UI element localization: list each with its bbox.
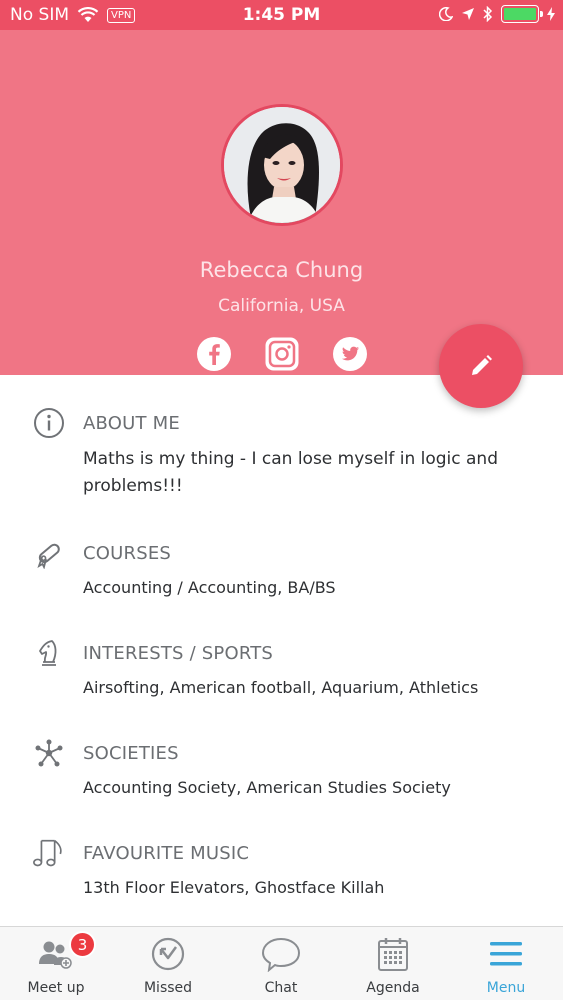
- chess-knight-icon: [32, 636, 66, 670]
- societies-text: Accounting Society, American Studies Soc…: [83, 778, 451, 797]
- diploma-icon: [32, 536, 66, 570]
- interests-text: Airsofting, American football, Aquarium,…: [83, 678, 479, 697]
- tab-bar: 3 Meet up Missed Chat Agenda Menu: [0, 926, 563, 1000]
- chat-bubble-icon: [225, 935, 337, 973]
- tab-menu[interactable]: Menu: [450, 927, 562, 1000]
- tab-missed[interactable]: Missed: [112, 927, 224, 1000]
- network-icon: [32, 736, 66, 770]
- avatar[interactable]: [221, 104, 343, 226]
- bluetooth-icon: [483, 6, 493, 22]
- status-right: [439, 5, 555, 23]
- tab-label-chat: Chat: [264, 980, 298, 996]
- profile-location: California, USA: [218, 296, 345, 316]
- societies-section: SOCIETIES Accounting Society, American S…: [0, 734, 563, 814]
- info-icon: [32, 406, 66, 440]
- meet-up-badge: 3: [69, 931, 96, 958]
- music-title: FAVOURITE MUSIC: [83, 843, 250, 864]
- instagram-icon: [265, 337, 298, 371]
- facebook-button[interactable]: [196, 336, 232, 372]
- avatar-photo: [224, 107, 340, 223]
- twitter-icon: [332, 337, 367, 371]
- edit-profile-button[interactable]: [439, 324, 523, 408]
- calendar-icon: [337, 935, 449, 973]
- tab-meet-up[interactable]: 3 Meet up: [0, 927, 112, 1000]
- interests-section: INTERESTS / SPORTS Airsofting, American …: [0, 634, 563, 714]
- tab-label-menu: Menu: [486, 980, 526, 996]
- about-section: ABOUT ME Maths is my thing - I can lose …: [0, 404, 563, 514]
- charging-bolt-icon: [547, 7, 555, 21]
- interests-title: INTERESTS / SPORTS: [83, 643, 274, 664]
- tab-label-meet-up: Meet up: [27, 980, 85, 996]
- missed-icon: [112, 935, 224, 973]
- twitter-button[interactable]: [332, 336, 368, 372]
- facebook-icon: [196, 337, 231, 371]
- courses-section: COURSES Accounting / Accounting, BA/BS: [0, 534, 563, 614]
- courses-text: Accounting / Accounting, BA/BS: [83, 578, 336, 597]
- about-title: ABOUT ME: [83, 413, 180, 434]
- hamburger-menu-icon: [450, 935, 562, 973]
- tab-chat[interactable]: Chat: [225, 927, 337, 1000]
- profile-name: Rebecca Chung: [199, 258, 364, 282]
- moon-icon: [439, 7, 453, 21]
- music-text: 13th Floor Elevators, Ghostface Killah: [83, 878, 385, 897]
- about-text: Maths is my thing - I can lose myself in…: [83, 449, 498, 496]
- music-notes-icon: [32, 836, 66, 870]
- courses-title: COURSES: [83, 543, 172, 564]
- societies-title: SOCIETIES: [83, 743, 179, 764]
- battery-icon: [501, 5, 543, 23]
- tab-agenda[interactable]: Agenda: [337, 927, 449, 1000]
- instagram-button[interactable]: [264, 336, 300, 372]
- location-arrow-icon: [462, 8, 474, 20]
- tab-label-missed: Missed: [143, 980, 193, 996]
- pencil-icon: [472, 355, 492, 375]
- music-section: FAVOURITE MUSIC 13th Floor Elevators, Gh…: [0, 834, 563, 914]
- status-bar: No SIM VPN 1:45 PM: [0, 0, 563, 30]
- tab-label-agenda: Agenda: [366, 980, 420, 996]
